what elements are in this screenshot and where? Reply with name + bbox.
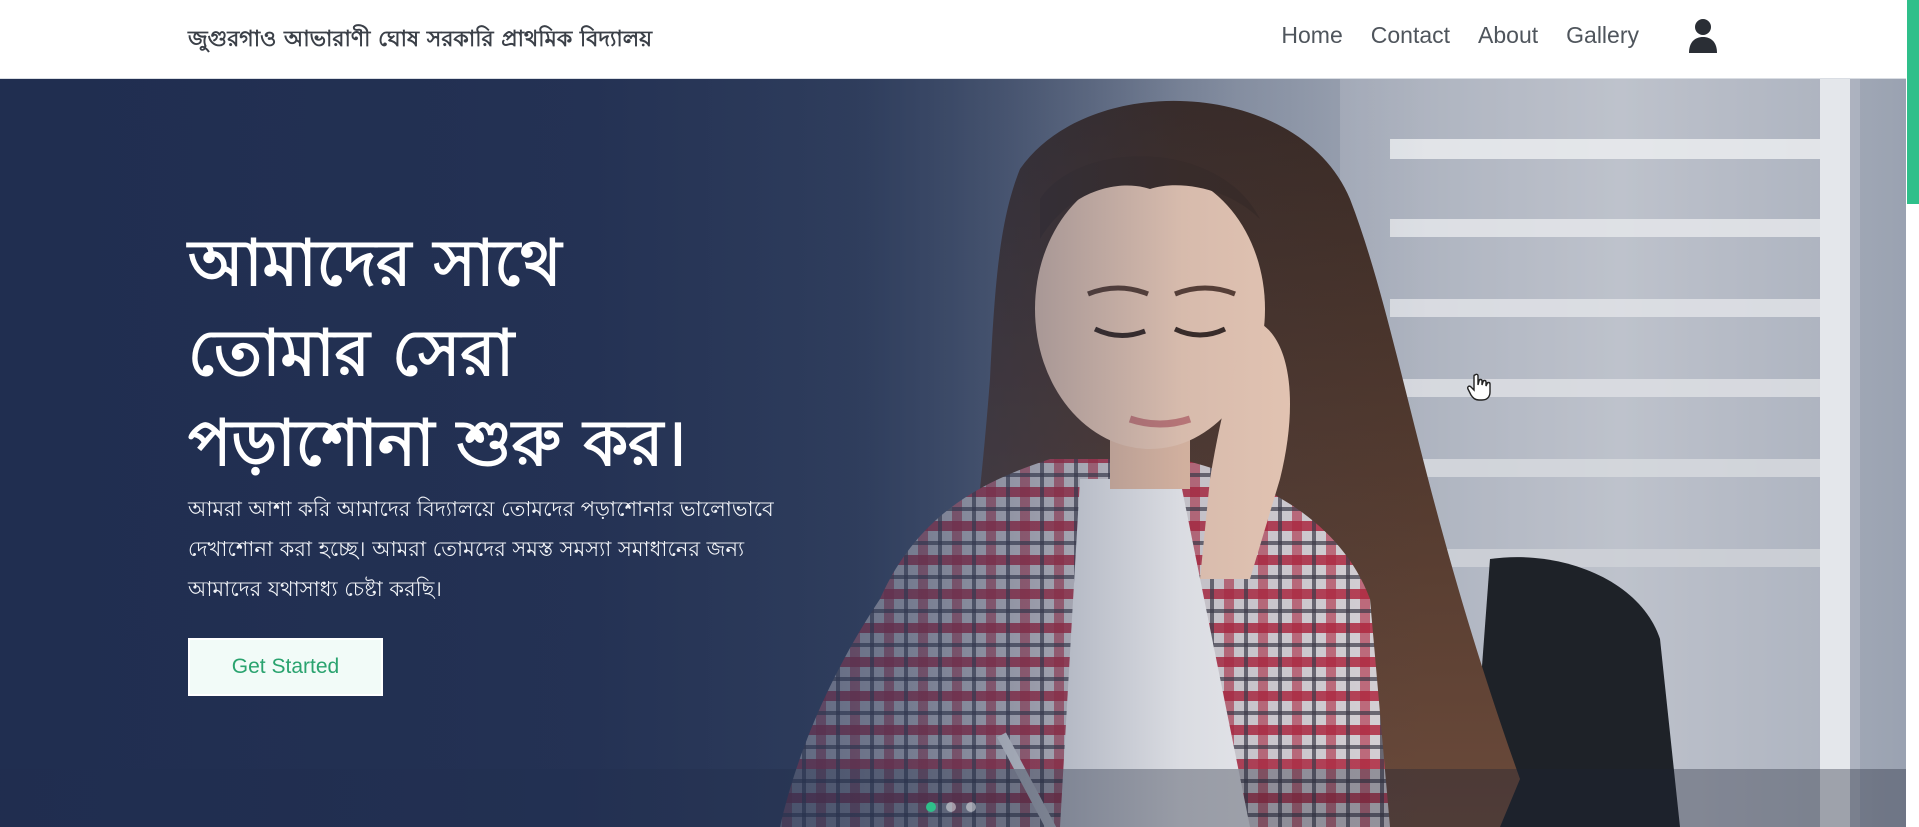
main-nav: Home Contact About Gallery bbox=[1281, 22, 1639, 49]
page: জুগুরগাও আভারাণী ঘোষ সরকারি প্রাথমিক বিদ… bbox=[0, 0, 1919, 827]
carousel-dot-3[interactable] bbox=[966, 802, 976, 812]
carousel-dot-1[interactable] bbox=[926, 802, 936, 812]
navbar: জুগুরগাও আভারাণী ঘোষ সরকারি প্রাথমিক বিদ… bbox=[0, 0, 1906, 79]
nav-link-contact[interactable]: Contact bbox=[1371, 22, 1450, 49]
user-icon-svg bbox=[1689, 19, 1717, 53]
hero-description-line-1: আমরা আশা করি আমাদের বিদ্যালয়ে তোমদের পড… bbox=[188, 497, 774, 521]
hero-description-line-2: দেখাশোনা করা হচ্ছে। আমরা তোমদের সমস্ত সম… bbox=[188, 537, 745, 561]
nav-link-gallery[interactable]: Gallery bbox=[1566, 22, 1639, 49]
hero-title-line-3: পড়াশোনা শুরু কর। bbox=[188, 407, 687, 481]
hero-title: আমাদের সাথে তোমার সেরা পড়াশোনা শুরু কর। bbox=[188, 219, 908, 489]
nav-link-about[interactable]: About bbox=[1478, 22, 1538, 49]
user-icon[interactable] bbox=[1687, 18, 1719, 54]
hero-title-line-2: তোমার সেরা bbox=[188, 317, 515, 391]
hero-description: আমরা আশা করি আমাদের বিদ্যালয়ে তোমদের পড… bbox=[188, 489, 798, 609]
scrollbar-thumb[interactable] bbox=[1907, 0, 1919, 204]
hero-title-line-1: আমাদের সাথে bbox=[188, 227, 562, 301]
get-started-button[interactable]: Get Started bbox=[188, 638, 383, 696]
carousel-indicators bbox=[926, 802, 976, 812]
carousel-dot-2[interactable] bbox=[946, 802, 956, 812]
hero-description-line-3: আমাদের যথাসাধ্য চেষ্টা করছি। bbox=[188, 577, 442, 601]
hand-cursor-icon bbox=[1467, 373, 1491, 401]
nav-link-home[interactable]: Home bbox=[1281, 22, 1342, 49]
hero-carousel: আমাদের সাথে তোমার সেরা পড়াশোনা শুরু কর।… bbox=[0, 79, 1906, 827]
site-brand[interactable]: জুগুরগাও আভারাণী ঘোষ সরকারি প্রাথমিক বিদ… bbox=[188, 22, 652, 59]
